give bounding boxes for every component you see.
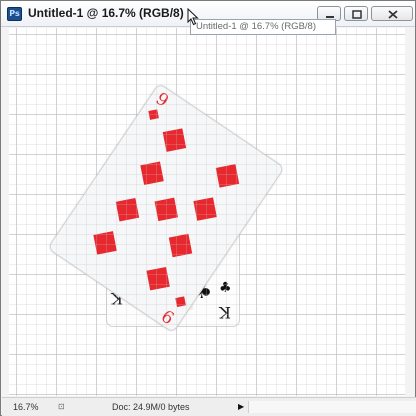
vertical-scrollbar[interactable] bbox=[406, 28, 414, 396]
nine-of-diamonds-card: 9 9 bbox=[47, 82, 285, 334]
left-margin bbox=[2, 28, 9, 396]
diamond-icon bbox=[140, 161, 164, 185]
photoshop-icon: Ps bbox=[7, 7, 22, 21]
status-menu-arrow[interactable]: ▶ bbox=[238, 402, 244, 411]
maximize-button[interactable] bbox=[344, 6, 368, 21]
maximize-icon bbox=[352, 10, 362, 19]
title-tooltip: Untitled-1 @ 16.7% (RGB/8) bbox=[190, 19, 336, 35]
diamond-icon bbox=[146, 266, 170, 291]
diamond-icon bbox=[168, 233, 193, 258]
window-title: Untitled-1 @ 16.7% (RGB/8) bbox=[28, 6, 184, 20]
horizontal-scrollbar[interactable] bbox=[248, 401, 416, 413]
document-window: Ps Untitled-1 @ 16.7% (RGB/8) K K ♣ ♣ bbox=[0, 0, 416, 416]
diamond-icon bbox=[93, 231, 117, 255]
document-size[interactable]: Doc: 24.9M/0 bytes bbox=[112, 402, 190, 412]
diamond-icon bbox=[175, 296, 186, 307]
card-rank-top: 9 bbox=[151, 88, 173, 112]
status-bar: 16.7% ⊡ Doc: 24.9M/0 bytes ▶ bbox=[2, 397, 416, 416]
diamond-icon bbox=[148, 109, 159, 120]
card-rank-bottom: K bbox=[219, 303, 231, 322]
document-canvas[interactable]: K K ♣ ♣ 9 9 bbox=[9, 28, 405, 396]
card-rank-bottom: 9 bbox=[158, 304, 179, 328]
zoom-level[interactable]: 16.7% bbox=[13, 402, 39, 412]
club-icon: ♣ bbox=[219, 280, 232, 296]
diamond-icon bbox=[154, 197, 178, 222]
photoshop-status-icon: ⊡ bbox=[58, 402, 65, 411]
close-button[interactable] bbox=[371, 6, 413, 21]
diamond-icon bbox=[215, 164, 240, 188]
diamond-icon bbox=[162, 128, 187, 152]
close-icon bbox=[388, 10, 398, 19]
diamond-icon bbox=[193, 197, 217, 221]
cursor-icon bbox=[187, 8, 199, 26]
diamond-icon bbox=[115, 198, 140, 222]
